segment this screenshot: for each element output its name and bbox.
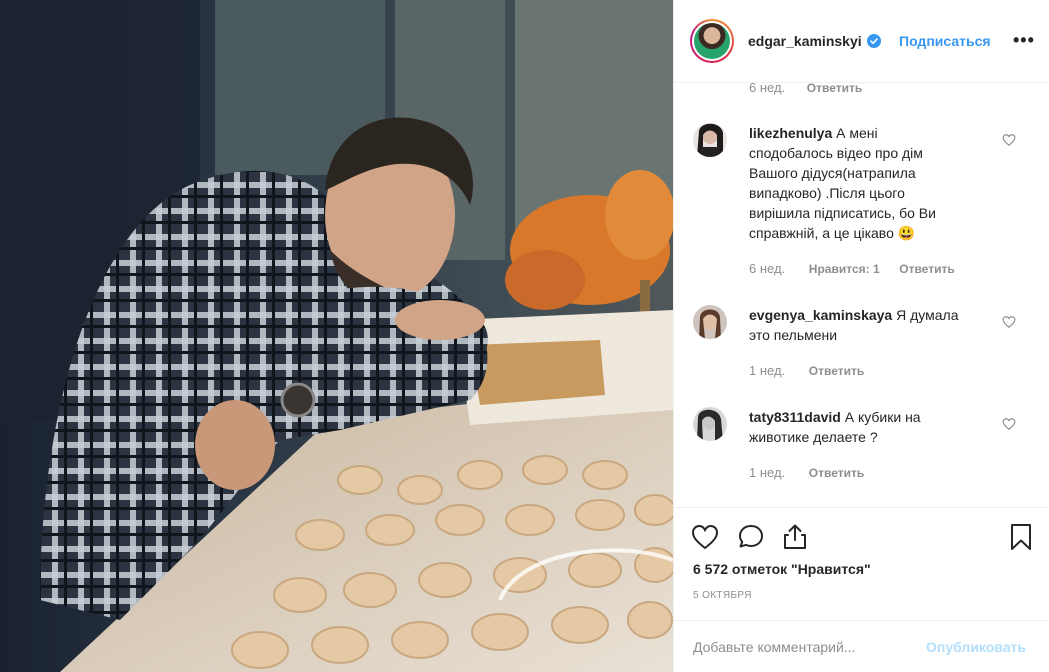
post-photo[interactable] <box>0 0 673 672</box>
reply-button[interactable]: Ответить <box>899 262 954 276</box>
comment-icon[interactable] <box>736 522 766 552</box>
comments-list[interactable]: 6 нед. Ответить likezhenulya А мені спод… <box>674 83 1049 507</box>
comment-time: 6 нед. <box>749 261 786 276</box>
comment-body-line: животике делаете ? <box>749 429 878 445</box>
comment-body-line: вирішила підписатись, бо Ви <box>749 205 936 221</box>
commenter-avatar[interactable] <box>693 407 727 441</box>
comment-time: 1 нед. <box>749 363 786 378</box>
post-side-panel: edgar_kaminskyi Подписаться ••• 6 нед. О… <box>673 0 1049 672</box>
comment-body-line: Вашого дідуся(натрапила <box>749 165 916 181</box>
commenter-username[interactable]: taty8311david <box>749 409 841 425</box>
post-image <box>0 0 673 672</box>
comment-body-line: справжній, а це цікаво 😃 <box>749 225 916 241</box>
likes-count[interactable]: 6 572 отметок "Нравится" <box>693 561 871 577</box>
more-options-icon[interactable]: ••• <box>1013 30 1035 51</box>
avatar-image <box>693 407 727 441</box>
comment-meta: 1 нед. Ответить <box>749 465 864 480</box>
comment-body-line: Я думала <box>896 307 959 323</box>
follow-button[interactable]: Подписаться <box>899 33 991 49</box>
comment-body-line: сподобалось відео про дім <box>749 145 923 161</box>
comment-time: 6 нед. <box>749 83 786 95</box>
comment-body-line: А мені <box>836 125 878 141</box>
add-comment-bar: Добавьте комментарий... Опубликовать <box>674 620 1049 672</box>
publish-button[interactable]: Опубликовать <box>926 639 1026 655</box>
post-actions: 6 572 отметок "Нравится" 5 ОКТЯБРЯ <box>674 507 1049 627</box>
comment-like-icon[interactable] <box>1002 417 1016 431</box>
commenter-username[interactable]: evgenya_kaminskaya <box>749 307 892 323</box>
post-date[interactable]: 5 ОКТЯБРЯ <box>693 590 752 601</box>
share-icon[interactable] <box>780 522 810 552</box>
avatar-image <box>693 305 727 339</box>
author-avatar[interactable] <box>690 19 734 63</box>
comment-text: taty8311david А кубики на животике делае… <box>749 407 984 447</box>
comment-body-line: випадково) .Після цього <box>749 185 905 201</box>
commenter-avatar[interactable] <box>693 123 727 157</box>
post-header: edgar_kaminskyi Подписаться ••• <box>674 0 1049 83</box>
comment-meta: 1 нед. Ответить <box>749 363 864 378</box>
comment-like-icon[interactable] <box>1002 133 1016 147</box>
comment-likes[interactable]: Нравится: 1 <box>809 262 880 276</box>
author-username[interactable]: edgar_kaminskyi <box>748 33 862 49</box>
comment-input[interactable]: Добавьте комментарий... <box>693 639 855 655</box>
heart-icon[interactable] <box>690 522 720 552</box>
commenter-avatar[interactable] <box>693 305 727 339</box>
comment-meta: 6 нед. Нравится: 1 Ответить <box>749 261 955 276</box>
comment-body-line: это пельмени <box>749 327 838 343</box>
reply-button[interactable]: Ответить <box>809 466 864 480</box>
comment-body-line: А кубики на <box>844 409 921 425</box>
reply-button[interactable]: Ответить <box>807 83 862 95</box>
comment-time: 1 нед. <box>749 465 786 480</box>
comment-meta: 6 нед. Ответить <box>749 83 862 95</box>
comment-like-icon[interactable] <box>1002 315 1016 329</box>
bookmark-icon[interactable] <box>1006 522 1036 552</box>
reply-button[interactable]: Ответить <box>809 364 864 378</box>
comment-text: evgenya_kaminskaya Я думала это пельмени <box>749 305 984 345</box>
avatar-image <box>693 123 727 157</box>
comment-text: likezhenulya А мені сподобалось відео пр… <box>749 123 984 243</box>
verified-badge-icon <box>867 34 881 48</box>
commenter-username[interactable]: likezhenulya <box>749 125 832 141</box>
